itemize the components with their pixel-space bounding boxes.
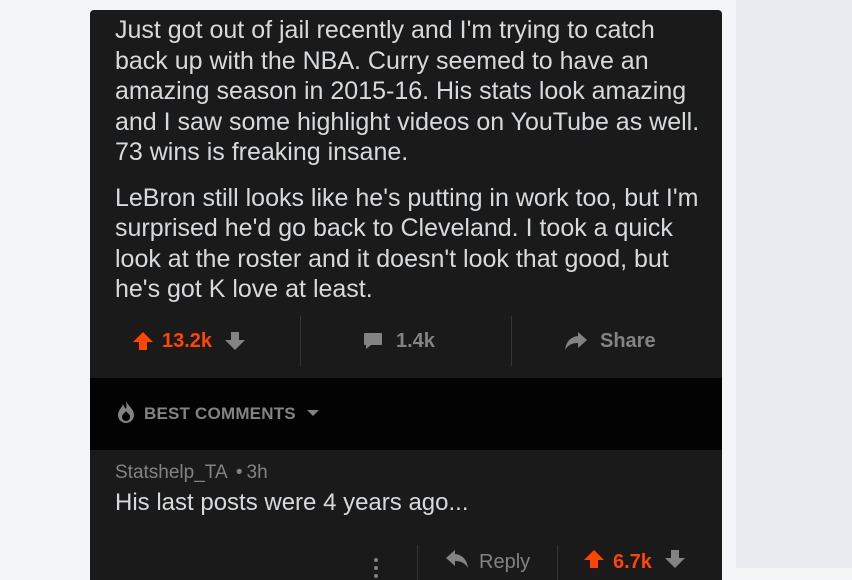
comment-bubble-icon: [362, 330, 384, 352]
comment-text: His last posts were 4 years ago...: [115, 489, 469, 516]
action-divider: [511, 316, 512, 366]
downvote-icon[interactable]: [664, 548, 686, 576]
meta-separator: •: [235, 462, 243, 483]
post-paragraph-1: Just got out of jail recently and I'm tr…: [115, 16, 700, 166]
upvote-icon[interactable]: [132, 330, 154, 352]
flame-icon: [116, 400, 136, 429]
comment-author[interactable]: Statshelp_TA: [115, 462, 227, 483]
downvote-icon[interactable]: [224, 330, 246, 352]
reply-arrow-icon: [445, 548, 469, 576]
comments-button[interactable]: 1.4k: [362, 316, 435, 366]
comment-actions-bar: Reply 6.7k: [90, 545, 722, 580]
comment: Statshelp_TA • 3h His last posts were 4 y…: [115, 462, 705, 517]
comment-upvote-count: 6.7k: [613, 550, 652, 573]
action-divider: [557, 545, 558, 580]
upvote-icon[interactable]: [583, 548, 605, 576]
share-label: Share: [600, 329, 656, 352]
comment-vote-group: 6.7k: [583, 548, 686, 576]
post-upvote-count: 13.2k: [162, 329, 213, 352]
comments-count: 1.4k: [396, 329, 435, 352]
comment-meta: Statshelp_TA • 3h: [115, 462, 705, 484]
share-arrow-icon: [564, 330, 588, 352]
sort-label: BEST COMMENTS: [144, 404, 296, 423]
reply-button[interactable]: Reply: [445, 548, 530, 576]
post-card: Just got out of jail recently and I'm tr…: [90, 10, 722, 580]
post-vote-group: 13.2k: [132, 316, 246, 366]
comment-age: 3h: [246, 462, 268, 483]
action-divider: [300, 316, 301, 366]
post-body: Just got out of jail recently and I'm tr…: [115, 15, 705, 320]
caret-down-icon: [306, 405, 320, 423]
action-divider: [417, 545, 418, 580]
reply-label: Reply: [479, 550, 531, 573]
share-button[interactable]: Share: [564, 316, 656, 366]
page-side-background: [736, 0, 852, 568]
post-actions-bar: 13.2k 1.4k Share: [90, 316, 722, 366]
more-dots-icon[interactable]: [373, 557, 379, 579]
comment-sort-bar[interactable]: BEST COMMENTS: [90, 378, 722, 450]
post-paragraph-2: LeBron still looks like he's putting in …: [115, 183, 699, 304]
